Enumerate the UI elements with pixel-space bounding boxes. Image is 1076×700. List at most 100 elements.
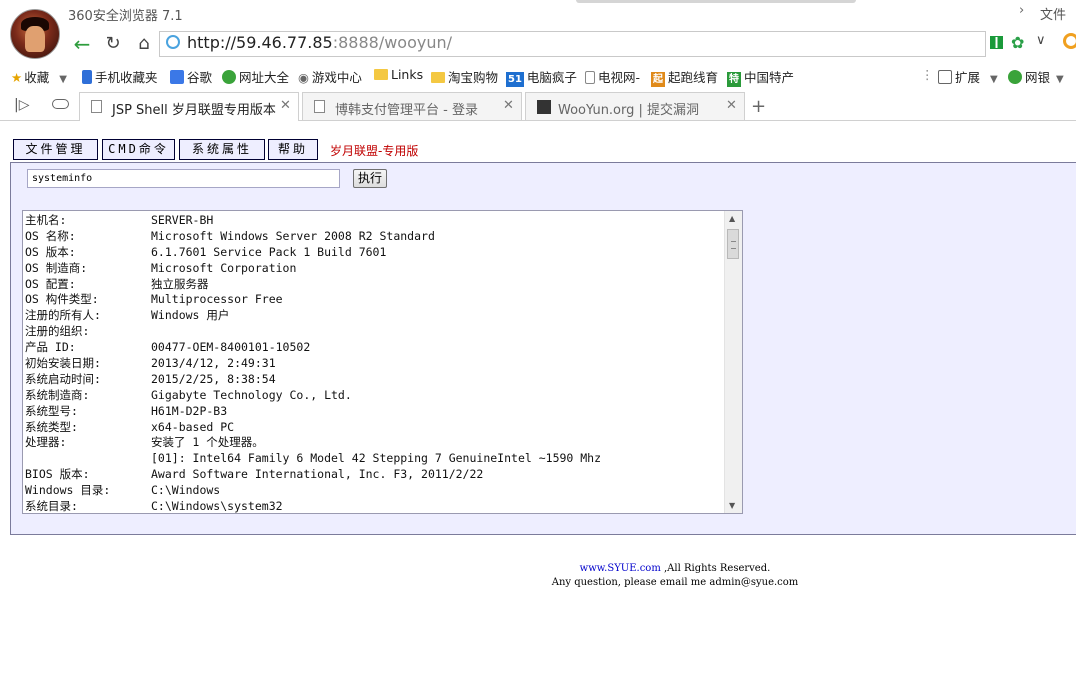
extensions-button[interactable]: 扩展 ▼ (938, 67, 998, 86)
cloud-icon[interactable] (52, 99, 69, 109)
tech-icon: 特 (727, 72, 741, 87)
bookmark-favorites[interactable]: ★ 收藏 ▼ (11, 67, 67, 86)
output-value: SERVER-BH (151, 213, 214, 227)
output-key: 产品 ID: (25, 340, 76, 355)
output-value: C:\Windows (151, 483, 221, 498)
output-line: 系统型号: H61M-D2P-B3 (25, 404, 601, 420)
wooyun-icon (537, 100, 551, 114)
user-avatar[interactable] (10, 9, 60, 59)
gamepad-icon: ◉ (298, 70, 309, 85)
output-line: OS 名称: Microsoft Windows Server 2008 R2 S… (25, 229, 601, 245)
ie-mode-icon[interactable] (1063, 33, 1076, 49)
output-line: OS 版本: 6.1.7601 Service Pack 1 Build 7601 (25, 245, 601, 261)
output-line: 系统类型: x64-based PC (25, 420, 601, 436)
output-value: Windows 用户 (151, 308, 230, 323)
shield-yen-icon (1008, 70, 1022, 84)
qr-code-icon[interactable] (990, 36, 1003, 49)
output-key: OS 配置: (25, 276, 76, 291)
footer-contact: Any question, please email me admin@syue… (551, 577, 799, 588)
close-icon[interactable]: ✕ (280, 98, 291, 113)
back-arrow-icon[interactable]: ← (70, 32, 94, 56)
scrollbar-thumb[interactable] (727, 229, 739, 259)
output-value: Microsoft Corporation (151, 260, 297, 275)
bookmark-url-directory[interactable]: 网址大全 (222, 67, 289, 86)
bookmark-taobao[interactable]: 淘宝购物 (431, 67, 498, 86)
output-key: 系统目录: (25, 499, 78, 514)
output-value: 00477-OEM-8400101-10502 (151, 340, 311, 355)
output-value: H61M-D2P-B3 (151, 403, 228, 418)
folder-icon (374, 69, 388, 80)
chevron-down-icon: ▼ (990, 74, 998, 85)
bookmark-google[interactable]: 谷歌 (170, 67, 212, 86)
refresh-icon[interactable]: ↻ (101, 32, 125, 56)
output-value: Gigabyte Technology Co., Ltd. (151, 387, 352, 402)
output-key: OS 名称: (25, 228, 76, 243)
bookmarks-bar: ★ 收藏 ▼ 手机收藏夹 谷歌 网址大全 ◉ 游戏中心 Links 淘宝购物 51 电脑… (0, 61, 1076, 89)
menu-system-properties[interactable]: 系统属性 (179, 139, 265, 160)
output-lines: 主机名: SERVER-BH OS 名称: Microsoft Windows Ser… (25, 213, 602, 514)
tab-jsp-shell[interactable]: JSP Shell 岁月联盟专用版本 ✕ (79, 92, 299, 121)
page-icon (585, 71, 595, 84)
output-line: 注册的组织: (25, 324, 601, 340)
output-line: Windows 目录: C:\Windows (25, 483, 601, 499)
output-key: 初始安装日期: (25, 356, 101, 371)
output-value: Multiprocessor Free (151, 292, 283, 307)
scroll-down-icon[interactable]: ▼ (729, 501, 735, 510)
output-key: BIOS 版本: (25, 467, 90, 482)
output-value: 独立服务器 (151, 276, 209, 291)
output-key: 系统启动时间: (25, 371, 101, 386)
bookmark-tv[interactable]: 电视网- (585, 67, 640, 86)
output-key: 系统类型: (25, 419, 78, 434)
home-icon[interactable]: ⌂ (132, 32, 156, 56)
chevron-down-icon[interactable]: ∨ (1036, 33, 1046, 48)
menu-help[interactable]: 帮助 (268, 139, 318, 160)
output-key: 主机名: (25, 213, 67, 227)
execute-button[interactable]: 执行 (353, 169, 387, 188)
output-line: OS 制造商: Microsoft Corporation (25, 261, 601, 277)
scroll-up-icon[interactable]: ▲ (729, 214, 735, 223)
output-value: Microsoft Windows Server 2008 R2 Standar… (151, 228, 435, 243)
chevron-down-icon: ▼ (1056, 74, 1064, 85)
menu-cmd[interactable]: CMD命令 (102, 139, 175, 160)
chevron-right-icon[interactable]: › (1019, 3, 1024, 18)
online-banking-button[interactable]: 网银 ▼ (1008, 67, 1064, 86)
star-icon: ★ (11, 70, 23, 85)
url-host: http://59.46.77.85 (187, 33, 333, 52)
output-line: BIOS 版本: Award Software International, In… (25, 467, 601, 483)
more-dots-icon[interactable]: ⋮ (921, 67, 934, 82)
output-line: 产品 ID: 00477-OEM-8400101-10502 (25, 340, 601, 356)
output-value: x64-based PC (151, 419, 235, 434)
bookmark-pc-fan[interactable]: 51 电脑疯子 (506, 67, 577, 87)
notification-stub (576, 0, 856, 3)
bookmark-games[interactable]: ◉ 游戏中心 (298, 67, 362, 86)
url-text[interactable]: http://59.46.77.85:8888/wooyun/ (187, 33, 452, 52)
output-line: OS 构件类型: Multiprocessor Free (25, 292, 601, 308)
leaf-icon[interactable]: ✿ (1011, 33, 1024, 52)
output-value: 2015/2/25, 8:38:54 (151, 371, 276, 386)
new-tab-plus-icon[interactable]: + (751, 96, 766, 117)
sidebar-toggle-icon[interactable]: |▷ (14, 97, 29, 113)
url-path: :8888/wooyun/ (332, 33, 453, 52)
output-line: 注册的所有人: Windows 用户 (25, 308, 601, 324)
extension-grid-icon (938, 70, 952, 84)
footer-link[interactable]: www.SYUE.com (580, 563, 661, 574)
tab-wooyun[interactable]: WooYun.org | 提交漏洞 ✕ (525, 92, 745, 120)
command-output[interactable]: 主机名: SERVER-BH OS 名称: Microsoft Windows Ser… (22, 210, 743, 514)
bookmark-mobile[interactable]: 手机收藏夹 (82, 67, 158, 86)
command-input[interactable] (27, 169, 340, 188)
output-line: OS 配置: 独立服务器 (25, 277, 601, 293)
close-icon[interactable]: ✕ (503, 98, 514, 113)
file-menu[interactable]: 文件 (1040, 4, 1066, 23)
bookmark-china-specialty[interactable]: 特中国特产 (727, 67, 794, 87)
bookmark-starting-line[interactable]: 起起跑线育 (651, 67, 718, 87)
output-scrollbar[interactable]: ▲ ▼ (724, 211, 742, 513)
output-line: 系统目录: C:\Windows\system32 (25, 499, 601, 514)
output-value: [01]: Intel64 Family 6 Model 42 Stepping… (151, 451, 602, 466)
output-line: 系统制造商: Gigabyte Technology Co., Ltd. (25, 388, 601, 404)
tab-payment-login[interactable]: 博韩支付管理平台 - 登录 ✕ (302, 92, 522, 120)
page-icon (91, 100, 102, 113)
close-icon[interactable]: ✕ (726, 98, 737, 113)
menu-file-manager[interactable]: 文件管理 (13, 139, 98, 160)
pc51-icon: 51 (506, 72, 524, 87)
bookmark-links[interactable]: Links (374, 67, 423, 82)
